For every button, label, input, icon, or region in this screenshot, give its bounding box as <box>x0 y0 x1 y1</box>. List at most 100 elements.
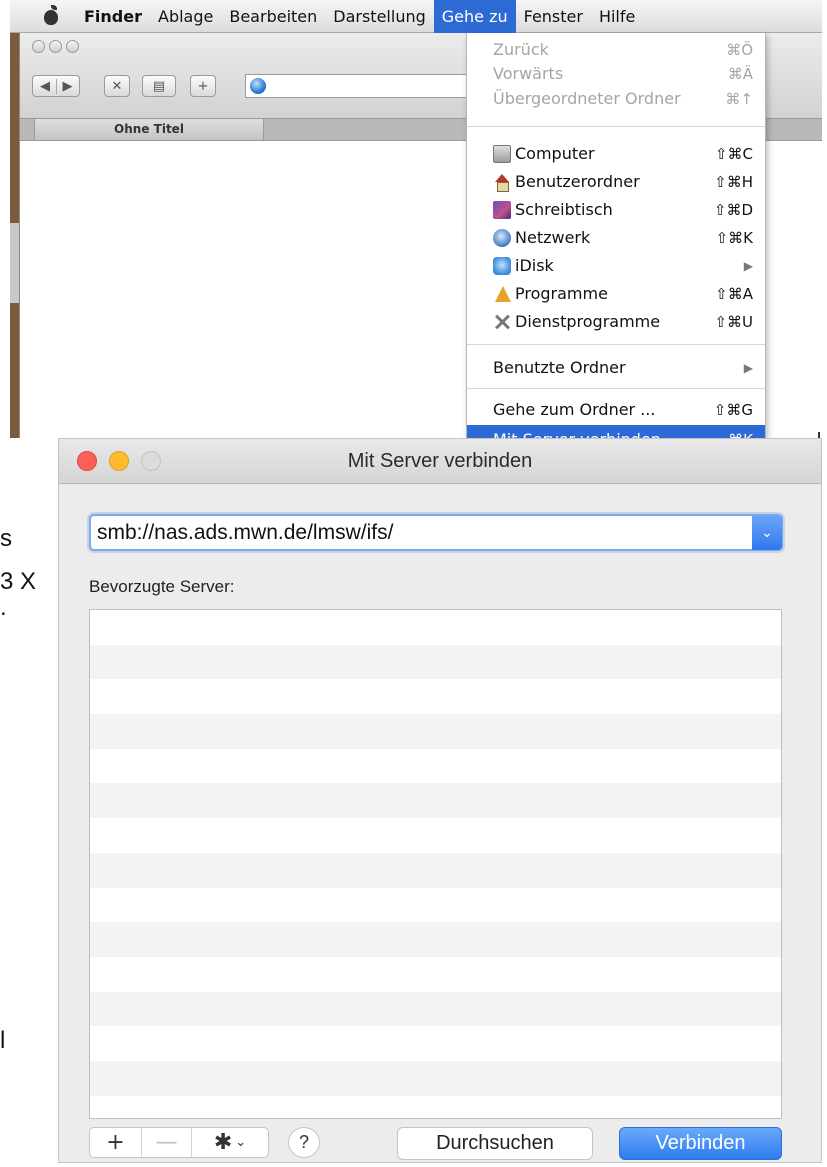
menu-hilfe[interactable]: Hilfe <box>591 0 643 33</box>
close-icon: ✕ <box>111 78 123 94</box>
menu-item-shortcut: ⌘Ö <box>726 40 753 59</box>
list-row <box>90 1060 781 1096</box>
list-row <box>90 644 781 680</box>
menu-gehe-zu[interactable]: Gehe zu <box>433 0 516 33</box>
browse-button[interactable]: Durchsuchen <box>397 1127 593 1160</box>
menu-item-shortcut: ⌘K <box>691 431 753 439</box>
favorite-servers-label: Bevorzugte Server: <box>89 577 235 596</box>
menu-item-label: Zurück <box>493 40 549 59</box>
favorites-edit-controls: + — ✱ ⌄ <box>89 1127 269 1158</box>
background-text-fragment: . <box>0 594 7 621</box>
close-window-button[interactable] <box>32 40 45 53</box>
submenu-arrow-icon: ▶ <box>743 360 753 375</box>
finder-screenshot: Finder Ablage Bearbeiten Darstellung Geh… <box>10 0 822 438</box>
menu-item-schreibtisch[interactable]: Schreibtisch ⇧⌘D <box>467 195 765 224</box>
connect-button[interactable]: Verbinden <box>619 1127 782 1160</box>
list-row <box>90 1026 781 1061</box>
action-menu-button[interactable]: ✱ ⌄ <box>192 1128 268 1157</box>
menu-item-dienstprogramme[interactable]: Dienstprogramme ⇧⌘U <box>467 307 765 336</box>
list-row <box>90 714 781 749</box>
background-text-fragment: l <box>0 1027 6 1054</box>
finder-path-field[interactable] <box>245 74 485 98</box>
dialog-window-controls <box>77 451 161 471</box>
menu-item-shortcut: ⇧⌘D <box>713 200 753 219</box>
list-row <box>90 783 781 819</box>
chevron-down-icon: ⌄ <box>235 1135 247 1150</box>
back-forward-buttons[interactable]: ◀ ▶ <box>32 75 80 97</box>
background-text-fragment: 3 X <box>0 568 37 595</box>
dialog-title: Mit Server verbinden <box>347 450 533 472</box>
menu-ablage[interactable]: Ablage <box>150 0 221 33</box>
menu-item-programme[interactable]: Programme ⇧⌘A <box>467 279 765 308</box>
minimize-window-button[interactable] <box>49 40 62 53</box>
close-dialog-button[interactable] <box>77 451 97 471</box>
favorite-servers-list[interactable] <box>89 609 782 1119</box>
finder-window-controls <box>32 40 79 53</box>
chevron-down-icon: ⌄ <box>761 524 773 540</box>
applications-icon <box>493 285 511 303</box>
menu-item-label: Benutzte Ordner <box>493 358 626 377</box>
minimize-dialog-button[interactable] <box>109 451 129 471</box>
menu-item-mit-server-verbinden[interactable]: Mit Server verbinden ... ⌘K <box>467 425 765 438</box>
list-row <box>90 679 781 714</box>
connect-to-server-dialog: Mit Server verbinden ⌄ Bevorzugte Server… <box>58 438 822 1163</box>
menu-item-shortcut: ⌘↑ <box>725 89 753 108</box>
apple-icon[interactable] <box>36 0 76 33</box>
zoom-dialog-button[interactable] <box>141 451 161 471</box>
go-menu: Zurück ⌘Ö Vorwärts ⌘Ä Übergeordneter Ord… <box>466 33 766 438</box>
menu-item-benutzerordner[interactable]: Benutzerordner ⇧⌘H <box>467 167 765 196</box>
menu-item-label: Programme <box>515 284 608 303</box>
server-address-combobox: ⌄ <box>89 514 783 551</box>
menu-finder[interactable]: Finder <box>76 0 150 33</box>
stop-button[interactable]: ✕ <box>104 75 130 97</box>
zoom-window-button[interactable] <box>66 40 79 53</box>
plus-icon: + <box>197 78 209 94</box>
menu-item-gehe-zum-ordner[interactable]: Gehe zum Ordner ... ⇧⌘G <box>467 395 765 424</box>
background-text-fragment: s <box>0 525 12 552</box>
home-icon <box>493 173 511 192</box>
server-address-input[interactable] <box>97 516 747 549</box>
menu-item-netzwerk[interactable]: Netzwerk ⇧⌘K <box>467 223 765 252</box>
back-icon[interactable]: ◀ <box>34 79 56 94</box>
menu-separator <box>467 388 765 389</box>
menu-item-idisk[interactable]: iDisk ▶ <box>467 251 765 280</box>
list-row <box>90 888 781 923</box>
help-button[interactable]: ? <box>288 1127 320 1158</box>
submenu-arrow-icon: ▶ <box>743 258 753 273</box>
add-favorite-button[interactable]: + <box>90 1128 142 1157</box>
dialog-bottom-bar: + — ✱ ⌄ ? Durchsuchen Verbinden <box>89 1127 782 1160</box>
menu-item-label: Gehe zum Ordner ... <box>493 400 656 419</box>
computer-icon <box>493 144 511 163</box>
menu-item-label: Schreibtisch <box>515 200 613 219</box>
menu-item-benutzte-ordner[interactable]: Benutzte Ordner ▶ <box>467 353 765 382</box>
plus-icon: + <box>106 1130 125 1155</box>
menu-item-label: Vorwärts <box>493 64 564 83</box>
list-row <box>90 749 781 784</box>
menu-bearbeiten[interactable]: Bearbeiten <box>221 0 325 33</box>
menubar: Finder Ablage Bearbeiten Darstellung Geh… <box>10 0 822 33</box>
menu-darstellung[interactable]: Darstellung <box>325 0 433 33</box>
remove-favorite-button[interactable]: — <box>142 1128 192 1157</box>
menu-item-shortcut: ⇧⌘U <box>714 312 753 331</box>
list-row <box>90 991 781 1027</box>
utilities-icon <box>493 313 511 331</box>
menu-item-uebergeordneter-ordner[interactable]: Übergeordneter Ordner ⌘↑ <box>467 84 765 113</box>
action-icon: ▤ <box>152 78 166 94</box>
idisk-icon <box>493 256 511 275</box>
menu-item-label: iDisk <box>515 256 554 275</box>
menu-item-shortcut: ⇧⌘K <box>715 228 753 247</box>
new-tab-button[interactable]: + <box>190 75 216 97</box>
menu-item-computer[interactable]: Computer ⇧⌘C <box>467 139 765 168</box>
menu-item-shortcut: ⌘Ä <box>727 64 753 83</box>
menu-fenster[interactable]: Fenster <box>516 0 591 33</box>
action-button[interactable]: ▤ <box>142 75 176 97</box>
forward-icon[interactable]: ▶ <box>56 78 78 94</box>
list-row <box>90 818 781 853</box>
dialog-titlebar: Mit Server verbinden <box>59 439 821 484</box>
menu-item-label: Mit Server verbinden ... <box>493 430 691 438</box>
globe-icon <box>250 78 266 94</box>
menu-item-shortcut: ⇧⌘A <box>715 284 753 303</box>
recent-servers-dropdown[interactable]: ⌄ <box>752 515 782 550</box>
menu-item-label: Dienstprogramme <box>515 312 661 331</box>
tab-ohne-titel[interactable]: Ohne Titel <box>34 119 264 141</box>
